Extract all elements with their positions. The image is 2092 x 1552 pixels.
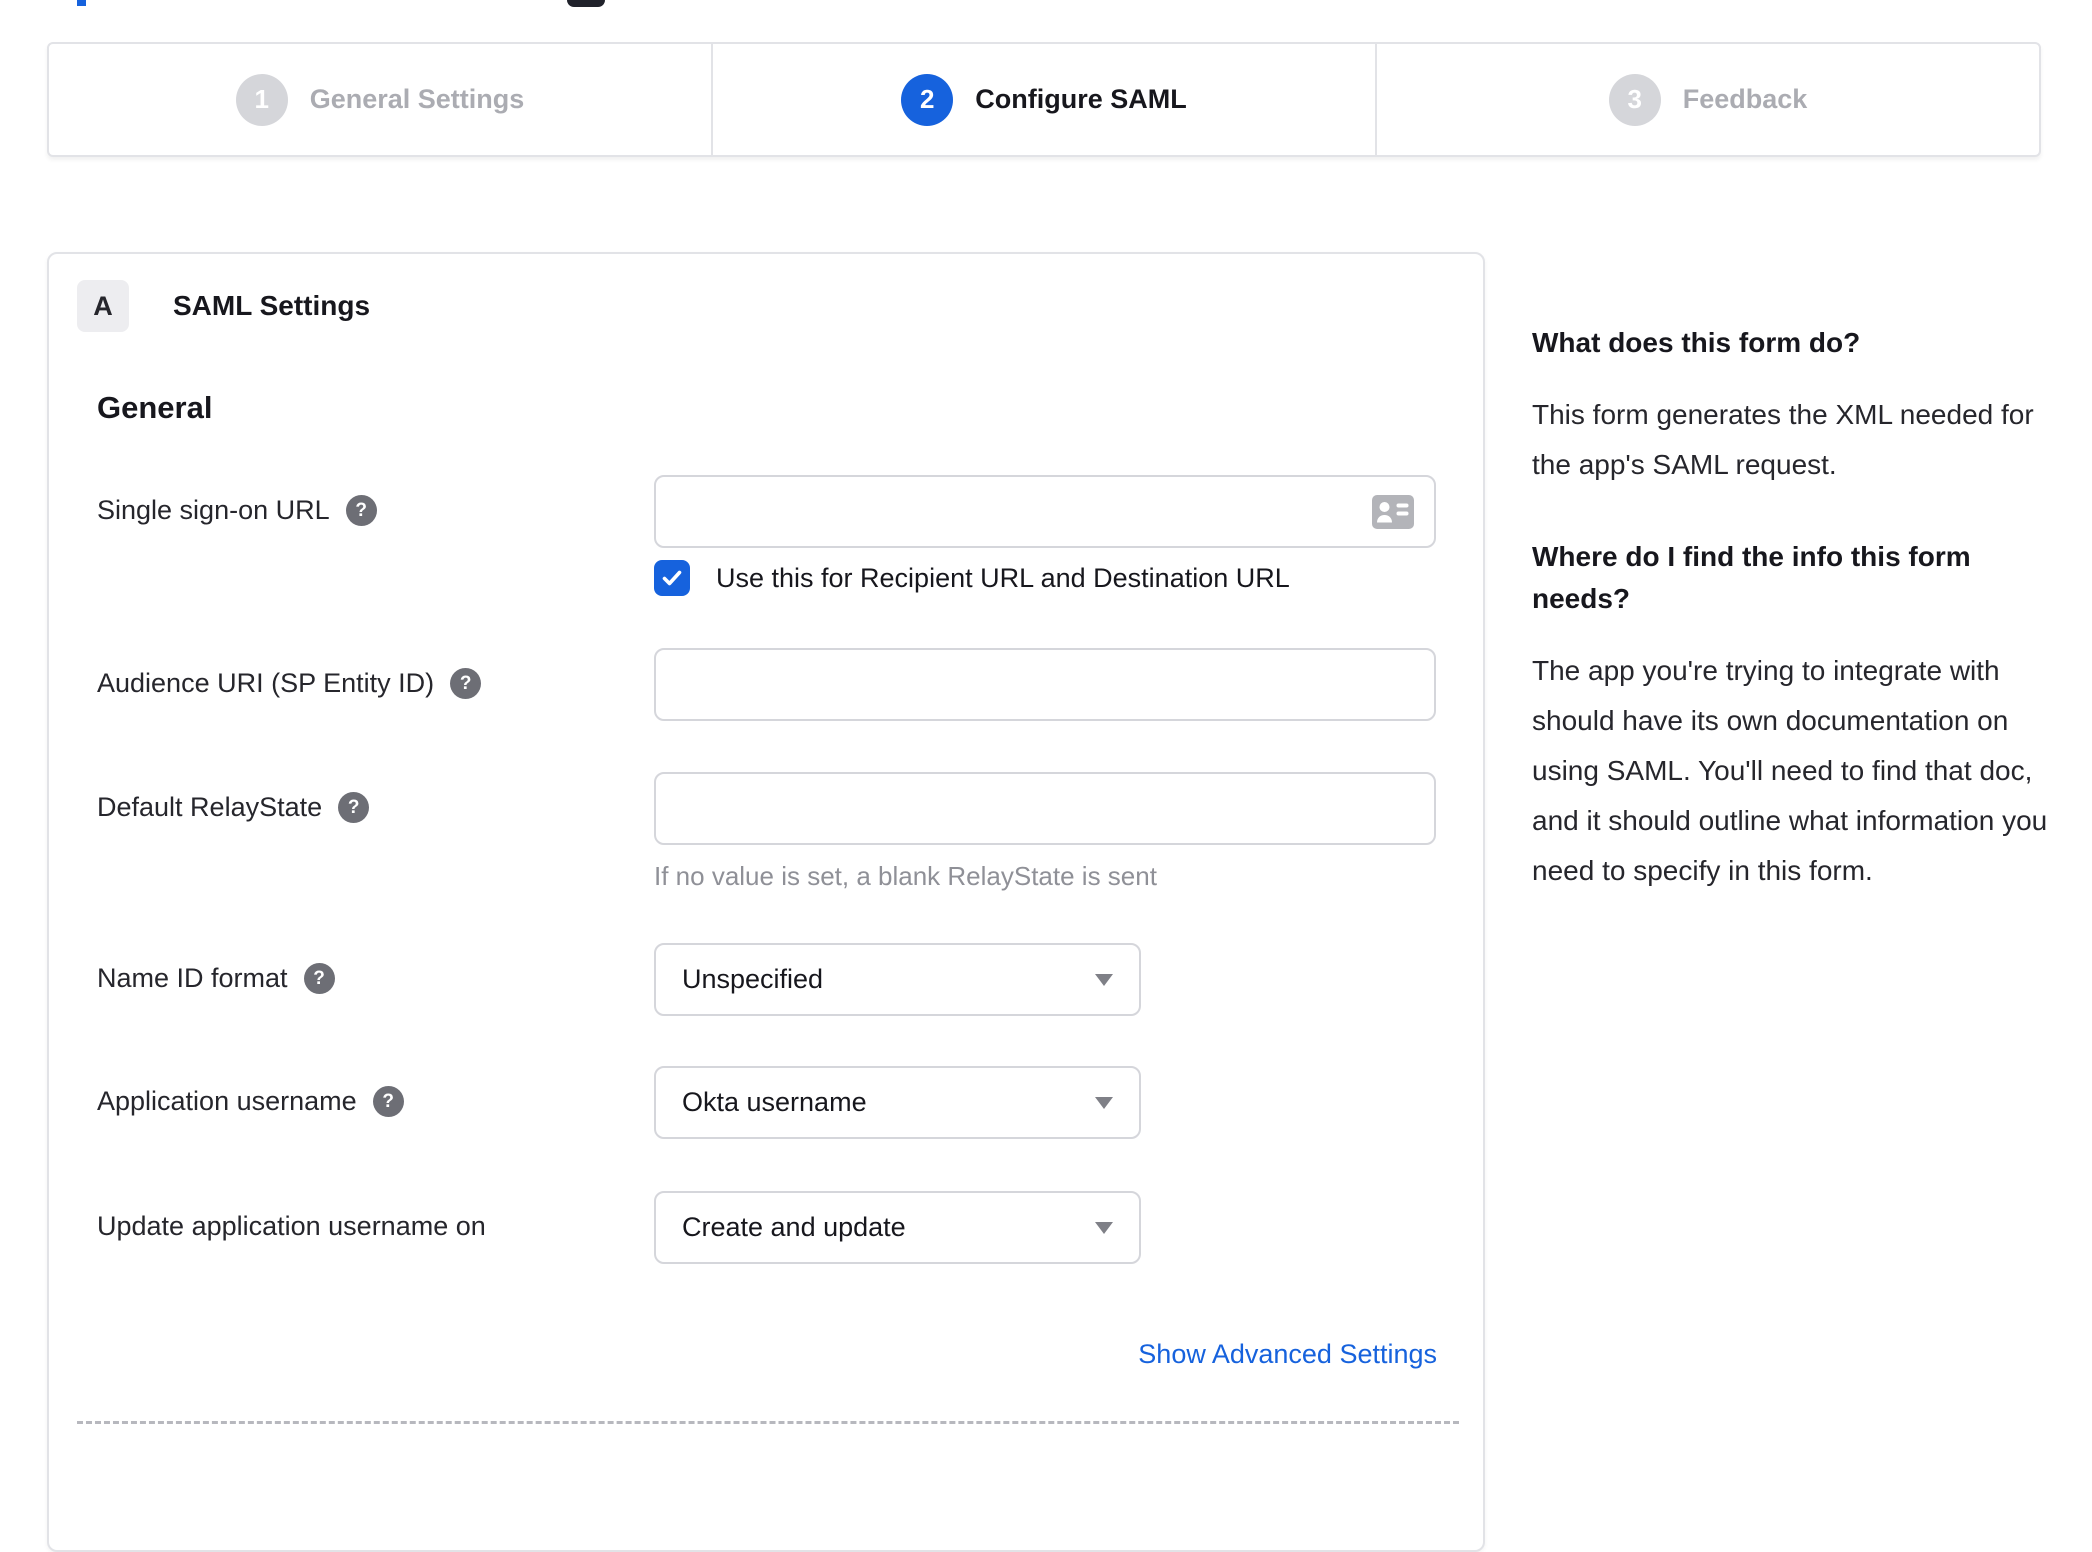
help-panel-body-1: This form generates the XML needed for t…	[1532, 399, 2034, 480]
application-username-label: Application username	[97, 1086, 357, 1116]
sso-url-input[interactable]	[654, 475, 1436, 548]
contact-card-icon[interactable]	[1372, 494, 1414, 529]
dropdown-caret-icon	[1095, 973, 1113, 986]
step-general-settings[interactable]: 1 General Settings	[49, 44, 711, 155]
relay-state-label: Default RelayState	[97, 792, 323, 822]
name-id-format-select[interactable]: Unspecified	[654, 943, 1141, 1016]
application-username-label-col: Application username ?	[97, 1066, 654, 1117]
section-divider	[77, 1421, 1459, 1424]
update-username-label: Update application username on	[97, 1211, 486, 1241]
cutoff-blue-logo-fragment	[77, 0, 86, 6]
audience-uri-label: Audience URI (SP Entity ID)	[97, 668, 435, 698]
section-title: SAML Settings	[173, 290, 371, 321]
name-id-format-label-col: Name ID format ?	[97, 943, 654, 994]
relay-state-helper-text: If no value is set, a blank RelayState i…	[654, 861, 1157, 891]
recipient-url-checkbox-row: Use this for Recipient URL and Destinati…	[97, 560, 1437, 596]
cutoff-dark-icon-fragment	[567, 0, 605, 7]
audience-uri-input[interactable]	[654, 648, 1436, 721]
sso-url-input-wrap	[654, 475, 1436, 548]
wizard-stepper: 1 General Settings 2 Configure SAML 3 Fe…	[47, 42, 2041, 157]
relay-state-help-icon[interactable]: ?	[338, 792, 370, 823]
help-panel: What does this form do? This form genera…	[1532, 322, 2052, 942]
advanced-settings-row: Show Advanced Settings	[97, 1339, 1437, 1370]
step-3-number-badge: 3	[1608, 73, 1661, 126]
step-2-number-badge: 2	[901, 73, 954, 126]
application-username-row: Application username ? Okta username	[97, 1066, 1437, 1139]
audience-uri-label-col: Audience URI (SP Entity ID) ?	[97, 648, 654, 699]
audience-uri-row: Audience URI (SP Entity ID) ?	[97, 648, 1437, 721]
show-advanced-settings-link[interactable]: Show Advanced Settings	[1138, 1339, 1437, 1369]
section-header: A SAML Settings	[77, 280, 370, 332]
audience-uri-help-icon[interactable]: ?	[450, 668, 482, 699]
sso-url-label: Single sign-on URL	[97, 495, 330, 525]
dropdown-caret-icon	[1095, 1096, 1113, 1109]
step-1-number-badge: 1	[235, 73, 288, 126]
recipient-url-checkbox[interactable]	[654, 560, 690, 596]
relay-state-row: Default RelayState ? If no value is set,…	[97, 772, 1437, 892]
update-username-label-col: Update application username on	[97, 1191, 654, 1242]
name-id-format-row: Name ID format ? Unspecified	[97, 943, 1437, 1016]
help-panel-heading-2: Where do I find the info this form needs…	[1532, 541, 1971, 614]
name-id-format-value: Unspecified	[682, 964, 824, 994]
dropdown-caret-icon	[1095, 1221, 1113, 1234]
name-id-format-label: Name ID format	[97, 963, 288, 993]
update-username-value: Create and update	[682, 1212, 906, 1242]
application-username-value: Okta username	[682, 1087, 867, 1117]
help-panel-body-2: The app you're trying to integrate with …	[1532, 655, 2048, 886]
step-2-label: Configure SAML	[975, 84, 1187, 114]
checkmark-icon	[662, 570, 682, 586]
sso-url-label-col: Single sign-on URL ?	[97, 475, 654, 526]
application-username-select[interactable]: Okta username	[654, 1066, 1141, 1139]
step-3-label: Feedback	[1682, 84, 1808, 114]
audience-uri-input-wrap	[654, 648, 1436, 721]
relay-state-input[interactable]	[654, 772, 1436, 845]
update-username-select[interactable]: Create and update	[654, 1191, 1141, 1264]
general-heading: General	[97, 390, 213, 425]
saml-settings-card: A SAML Settings General Single sign-on U…	[47, 252, 1485, 1552]
recipient-url-checkbox-label[interactable]: Use this for Recipient URL and Destinati…	[716, 563, 1290, 594]
relay-state-input-wrap	[654, 772, 1436, 845]
name-id-format-help-icon[interactable]: ?	[303, 963, 335, 994]
sso-url-row: Single sign-on URL ?	[97, 475, 1437, 548]
step-1-label: General Settings	[309, 84, 525, 114]
section-badge: A	[77, 280, 129, 332]
step-feedback: 3 Feedback	[1375, 44, 2039, 155]
application-username-help-icon[interactable]: ?	[372, 1086, 404, 1117]
step-configure-saml[interactable]: 2 Configure SAML	[711, 44, 1375, 155]
update-username-row: Update application username on Create an…	[97, 1191, 1437, 1264]
help-panel-heading-1: What does this form do?	[1532, 327, 1861, 358]
relay-state-label-col: Default RelayState ?	[97, 772, 654, 823]
sso-url-help-icon[interactable]: ?	[345, 495, 377, 526]
